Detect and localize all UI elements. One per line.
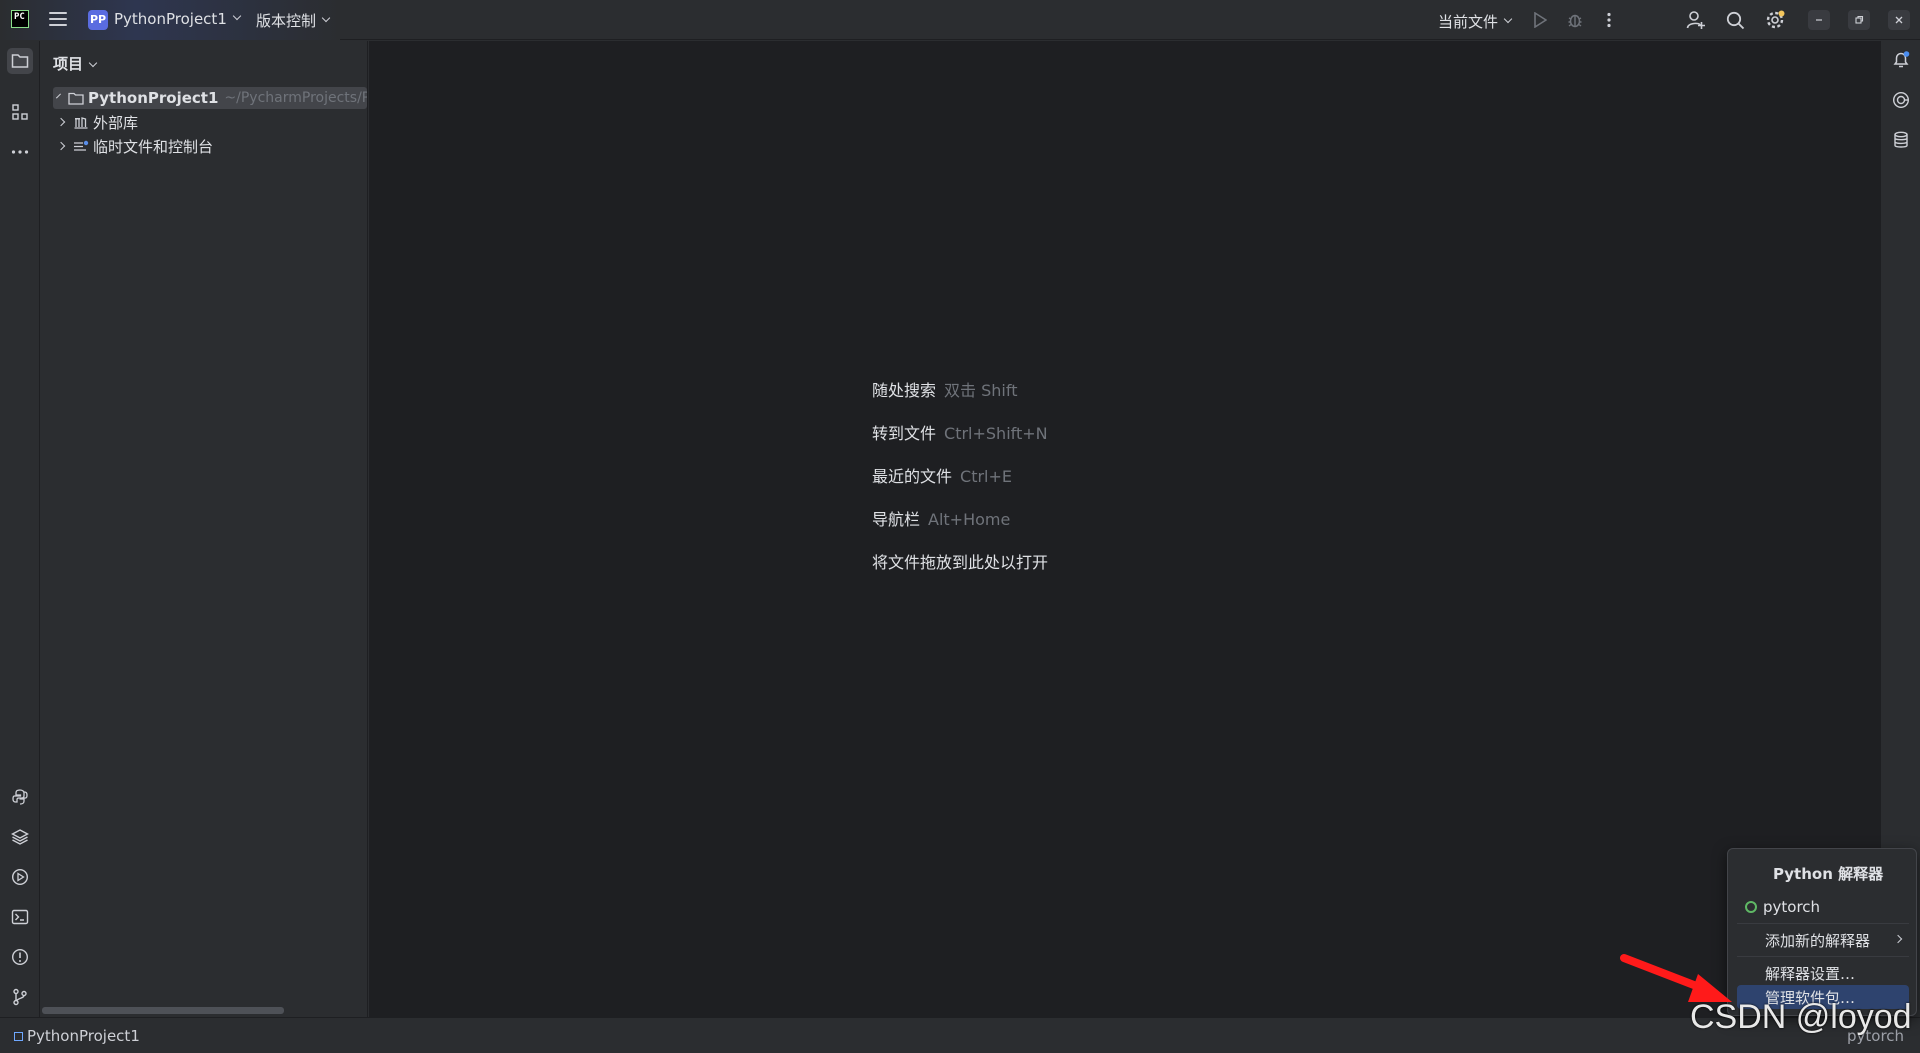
run-icon[interactable] <box>1530 10 1550 30</box>
debug-icon[interactable] <box>1565 10 1585 30</box>
more-horizontal-icon[interactable] <box>7 139 33 165</box>
more-vertical-icon[interactable] <box>1599 10 1619 30</box>
search-icon[interactable] <box>1725 10 1745 30</box>
horizontal-scrollbar[interactable] <box>42 1007 284 1014</box>
tree-item-label: 外部库 <box>93 113 139 132</box>
hint-recent-files: 最近的文件 Ctrl+E <box>872 463 1012 487</box>
run-config-label: 当前文件 <box>1438 13 1499 31</box>
tree-item-scratches[interactable]: 临时文件和控制台 <box>53 135 213 157</box>
add-user-icon[interactable] <box>1686 10 1706 30</box>
services-icon[interactable] <box>7 864 33 890</box>
popup-divider <box>1737 923 1909 924</box>
hint-goto-file: 转到文件 Ctrl+Shift+N <box>872 420 1048 444</box>
tree-item-label: PythonProject1 <box>88 89 219 107</box>
editor-empty-area[interactable]: 随处搜索 双击 Shift 转到文件 Ctrl+Shift+N 最近的文件 Ctrl+… <box>369 41 1880 1017</box>
hint-drop-files: 将文件拖放到此处以打开 <box>872 549 1048 573</box>
database-icon[interactable] <box>1891 130 1911 150</box>
hint-label: 将文件拖放到此处以打开 <box>872 553 1049 572</box>
title-bar: PC PP PythonProject1 版本控制 当前文件 <box>0 0 1920 40</box>
hint-label: 转到文件 <box>872 424 937 443</box>
hint-shortcut: Ctrl+Shift+N <box>944 424 1048 443</box>
run-config-selector[interactable]: 当前文件 <box>1438 11 1513 32</box>
chevron-down-icon <box>232 11 242 21</box>
popup-item-label: 添加新的解释器 <box>1765 931 1871 950</box>
settings-icon[interactable] <box>1765 10 1785 30</box>
project-folder-icon[interactable] <box>7 48 33 74</box>
tree-item-path-hint: ~/PycharmProjects/Py <box>224 90 367 106</box>
tree-item-external-libraries[interactable]: 外部库 <box>53 111 138 133</box>
add-interpreter-item[interactable]: 添加新的解释器 <box>1737 928 1909 952</box>
vcs-label: 版本控制 <box>256 12 317 30</box>
expand-chevron-icon[interactable] <box>56 117 66 127</box>
hint-shortcut: Ctrl+E <box>960 467 1012 486</box>
scratch-icon <box>73 139 89 153</box>
status-project[interactable]: PythonProject1 <box>14 1027 140 1045</box>
interpreter-popup: Python 解释器 pytorch 添加新的解释器 解释器设置… 管理软件包… <box>1727 848 1917 1016</box>
popup-item-label: pytorch <box>1763 898 1821 916</box>
hint-search-everywhere: 随处搜索 双击 Shift <box>872 377 1017 401</box>
popup-divider <box>1737 956 1909 957</box>
terminal-icon[interactable] <box>7 904 33 930</box>
interpreter-settings-item[interactable]: 解释器设置… <box>1737 961 1909 985</box>
project-panel: 项目 PythonProject1 ~/PycharmProjects/Py 外… <box>41 41 368 1017</box>
project-panel-title[interactable]: 项目 <box>53 53 98 74</box>
library-icon <box>73 115 89 129</box>
vcs-menu[interactable]: 版本控制 <box>256 10 331 31</box>
pycharm-logo-icon[interactable]: PC <box>11 10 29 28</box>
hint-label: 最近的文件 <box>872 467 953 486</box>
project-square-icon <box>14 1031 23 1041</box>
panel-title-label: 项目 <box>53 55 84 73</box>
menu-icon[interactable] <box>49 12 67 26</box>
project-name: PythonProject1 <box>114 10 227 28</box>
popup-title: Python 解释器 <box>1773 865 1884 883</box>
chevron-down-icon <box>1503 14 1513 23</box>
ai-assistant-icon[interactable] <box>1891 90 1911 110</box>
close-icon[interactable] <box>1888 10 1910 30</box>
folder-icon <box>68 91 84 105</box>
notifications-icon[interactable] <box>1891 50 1911 70</box>
chevron-down-icon <box>88 58 98 68</box>
tree-item-project-root[interactable]: PythonProject1 ~/PycharmProjects/Py <box>53 87 367 109</box>
popup-item-label: 解释器设置… <box>1765 964 1856 983</box>
git-icon[interactable] <box>7 984 33 1010</box>
project-selector[interactable]: PythonProject1 <box>114 10 242 28</box>
python-console-icon[interactable] <box>7 784 33 810</box>
interpreter-option-pytorch[interactable]: pytorch <box>1737 895 1909 919</box>
chevron-down-icon <box>321 13 331 22</box>
hint-navigation-bar: 导航栏 Alt+Home <box>872 506 1010 530</box>
minimize-icon[interactable] <box>1808 10 1830 30</box>
watermark: CSDN @loyod <box>1690 998 1912 1036</box>
chevron-right-icon <box>1893 934 1903 944</box>
restore-icon[interactable] <box>1848 10 1870 30</box>
hint-label: 随处搜索 <box>872 381 937 400</box>
ide-window: PC PP PythonProject1 版本控制 当前文件 项目 Python… <box>0 0 1920 1053</box>
loading-ring-icon <box>1745 901 1757 913</box>
layers-icon[interactable] <box>7 824 33 850</box>
project-badge[interactable]: PP <box>88 10 108 30</box>
expand-chevron-icon[interactable] <box>56 141 66 151</box>
hint-label: 导航栏 <box>872 510 921 529</box>
problems-icon[interactable] <box>7 944 33 970</box>
status-project-label: PythonProject1 <box>27 1027 140 1045</box>
structure-icon[interactable] <box>7 99 33 125</box>
expand-chevron-icon[interactable] <box>56 93 61 99</box>
left-tool-strip <box>0 41 40 1017</box>
hint-shortcut: 双击 Shift <box>944 381 1018 400</box>
hint-shortcut: Alt+Home <box>928 510 1011 529</box>
status-bar: PythonProject1 pytorch <box>0 1017 1920 1053</box>
tree-item-label: 临时文件和控制台 <box>93 137 214 156</box>
